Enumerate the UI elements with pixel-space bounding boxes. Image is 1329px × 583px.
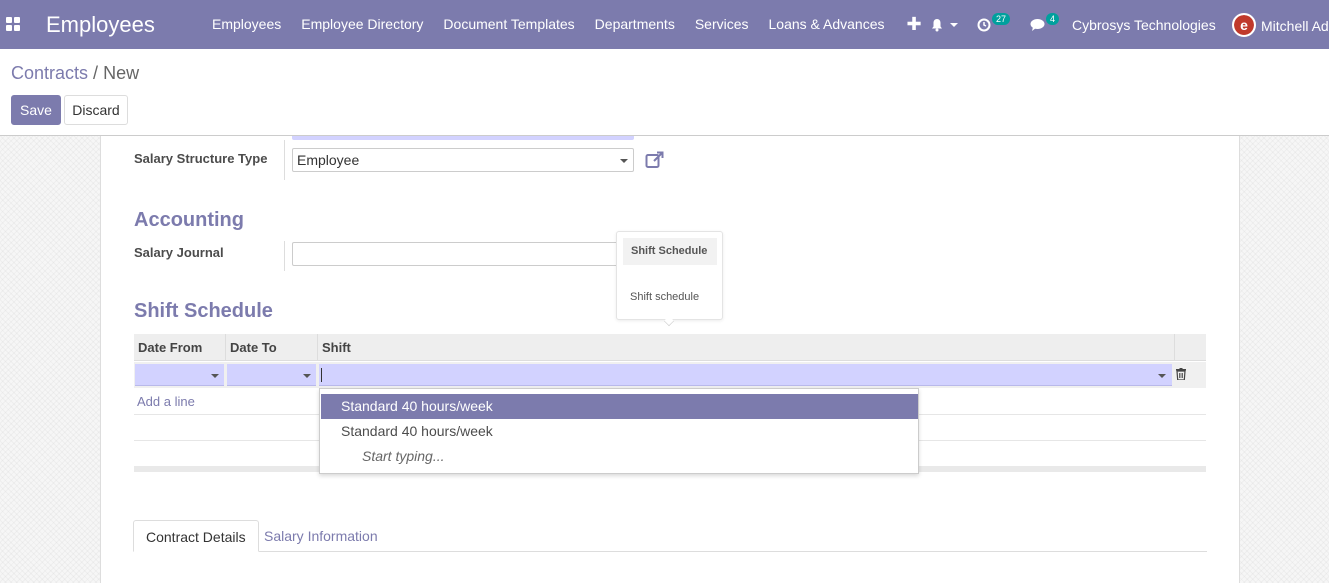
external-link-icon[interactable] bbox=[645, 151, 665, 169]
control-panel: Contracts / New Save Discard bbox=[0, 49, 1329, 136]
dropdown-option[interactable]: Standard 40 hours/week bbox=[321, 419, 918, 444]
text-cursor bbox=[321, 368, 322, 382]
tab-salary-information[interactable]: Salary Information bbox=[252, 520, 390, 552]
company-switcher[interactable]: Cybrosys Technologies bbox=[1072, 17, 1216, 33]
discard-button[interactable]: Discard bbox=[64, 95, 128, 125]
field-separator bbox=[284, 140, 285, 180]
tooltip-title: Shift Schedule bbox=[623, 238, 717, 265]
chat-icon bbox=[1030, 19, 1045, 31]
activity-count-badge: 27 bbox=[992, 12, 1011, 25]
field-tooltip: Shift Schedule Shift schedule bbox=[616, 231, 723, 320]
menu-loans-advances[interactable]: Loans & Advances bbox=[759, 0, 895, 49]
column-shift[interactable]: Shift bbox=[318, 334, 1175, 361]
menu-employees[interactable]: Employees bbox=[202, 0, 291, 49]
table-row-editing bbox=[134, 362, 1206, 388]
messages-count-badge: 4 bbox=[1046, 12, 1060, 25]
breadcrumb: Contracts / New bbox=[11, 63, 139, 84]
apps-menu-icon[interactable] bbox=[6, 17, 20, 31]
menu-services[interactable]: Services bbox=[685, 0, 759, 49]
shift-schedule-section-title: Shift Schedule bbox=[134, 300, 273, 322]
scrolled-field-edge bbox=[292, 136, 634, 140]
dropdown-option[interactable]: Standard 40 hours/week bbox=[321, 394, 918, 419]
salary-structure-type-label: Salary Structure Type bbox=[134, 151, 268, 166]
tab-contract-details[interactable]: Contract Details bbox=[133, 520, 259, 552]
date-to-input[interactable] bbox=[227, 364, 316, 386]
salary-journal-label: Salary Journal bbox=[134, 245, 224, 260]
column-date-to[interactable]: Date To bbox=[226, 334, 318, 361]
column-date-from[interactable]: Date From bbox=[134, 334, 226, 361]
salary-structure-type-value: Employee bbox=[297, 152, 360, 168]
user-menu[interactable]: Mitchell Admin bbox=[1261, 18, 1329, 34]
app-title[interactable]: Employees bbox=[46, 12, 155, 38]
salary-structure-type-select[interactable]: Employee bbox=[292, 148, 634, 172]
notifications-bell-icon[interactable] bbox=[930, 0, 958, 49]
breadcrumb-contracts[interactable]: Contracts bbox=[11, 63, 88, 83]
menu-document-templates[interactable]: Document Templates bbox=[433, 0, 584, 49]
messages-button[interactable]: 4 bbox=[1030, 0, 1060, 49]
chevron-down-icon bbox=[1158, 374, 1166, 378]
chevron-down-icon bbox=[303, 374, 311, 378]
shift-input[interactable] bbox=[319, 364, 1172, 386]
main-menu: Employees Employee Directory Document Te… bbox=[202, 0, 934, 49]
accounting-section-title: Accounting bbox=[134, 209, 244, 231]
field-separator bbox=[284, 241, 285, 271]
salary-journal-select[interactable] bbox=[292, 242, 620, 266]
breadcrumb-current: New bbox=[103, 63, 140, 83]
user-avatar[interactable]: e bbox=[1232, 13, 1256, 37]
tooltip-body: Shift schedule bbox=[630, 291, 700, 303]
add-a-line-link[interactable]: Add a line bbox=[137, 394, 195, 409]
date-from-input[interactable] bbox=[135, 364, 224, 386]
chevron-down-icon bbox=[620, 159, 628, 163]
menu-departments[interactable]: Departments bbox=[585, 0, 685, 49]
plus-icon[interactable]: ✚ bbox=[895, 0, 934, 49]
bell-caret-icon bbox=[950, 22, 958, 27]
breadcrumb-separator: / bbox=[93, 63, 99, 83]
chevron-down-icon bbox=[211, 374, 219, 378]
top-navbar: Employees Employees Employee Directory D… bbox=[0, 0, 1329, 49]
dropdown-hint: Start typing... bbox=[362, 448, 445, 464]
trash-icon[interactable] bbox=[1176, 368, 1186, 381]
clock-icon bbox=[977, 18, 991, 31]
activity-button[interactable]: 27 bbox=[977, 0, 1011, 49]
shift-table-header: Date From Date To Shift bbox=[134, 334, 1206, 361]
menu-employee-directory[interactable]: Employee Directory bbox=[291, 0, 433, 49]
save-button[interactable]: Save bbox=[11, 95, 61, 125]
shift-autocomplete-dropdown: Standard 40 hours/week Standard 40 hours… bbox=[319, 388, 919, 474]
